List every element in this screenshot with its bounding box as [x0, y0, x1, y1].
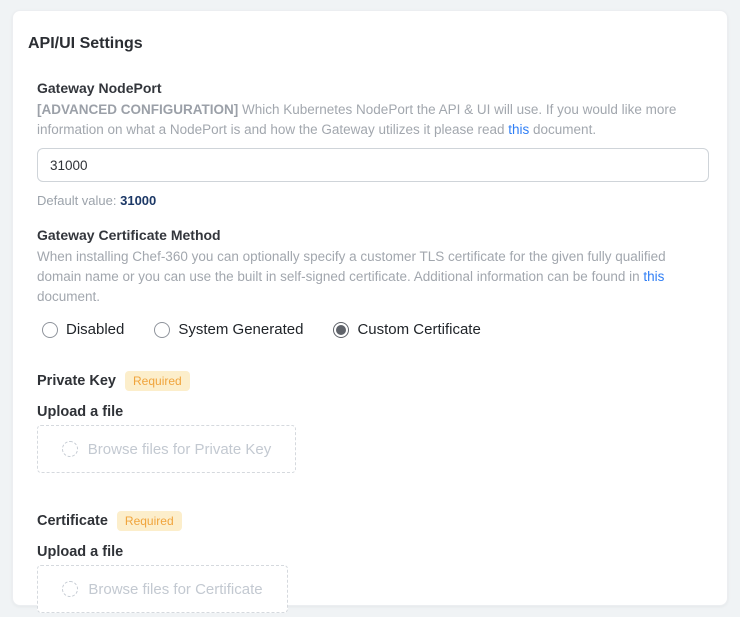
radio-option-disabled[interactable]: Disabled — [42, 321, 124, 338]
default-value-line: Default value: 31000 — [37, 192, 703, 210]
gateway-nodeport-label: Gateway NodePort — [37, 79, 703, 97]
certificate-method-radio-group: Disabled System Generated Custom Certifi… — [42, 321, 703, 338]
dashed-circle-icon — [62, 441, 78, 457]
browse-certificate-button[interactable]: Browse files for Certificate — [37, 565, 288, 613]
settings-form: Gateway NodePort [ADVANCED CONFIGURATION… — [28, 79, 712, 613]
certificate-method-description: When installing Chef-360 you can optiona… — [37, 247, 703, 307]
default-value-label: Default value: — [37, 193, 120, 208]
required-badge: Required — [117, 511, 182, 531]
nodeport-doc-link[interactable]: this — [508, 122, 529, 137]
default-value: 31000 — [120, 193, 156, 208]
radio-option-label: Custom Certificate — [357, 321, 480, 338]
certificate-upload-label: Upload a file — [37, 543, 703, 561]
advanced-configuration-tag: [ADVANCED CONFIGURATION] — [37, 102, 238, 117]
private-key-upload-label: Upload a file — [37, 403, 703, 421]
radio-option-label: System Generated — [178, 321, 303, 338]
radio-circle-icon[interactable] — [42, 322, 58, 338]
radio-option-custom-certificate[interactable]: Custom Certificate — [333, 321, 480, 338]
certificate-label: Certificate — [37, 512, 108, 531]
private-key-label: Private Key — [37, 372, 116, 391]
private-key-label-row: Private Key Required — [37, 371, 703, 391]
radio-circle-icon[interactable] — [333, 322, 349, 338]
description-text: document. — [37, 289, 100, 304]
description-text: document. — [529, 122, 596, 137]
gateway-nodeport-description: [ADVANCED CONFIGURATION] Which Kubernete… — [37, 100, 703, 140]
api-ui-settings-card: API/UI Settings Gateway NodePort [ADVANC… — [12, 10, 728, 606]
browse-certificate-label: Browse files for Certificate — [88, 581, 262, 598]
description-text: When installing Chef-360 you can optiona… — [37, 249, 666, 284]
dashed-circle-icon — [62, 581, 78, 597]
radio-circle-icon[interactable] — [154, 322, 170, 338]
certificate-method-label: Gateway Certificate Method — [37, 226, 703, 244]
page-title: API/UI Settings — [28, 34, 712, 53]
gateway-nodeport-input[interactable] — [37, 148, 709, 182]
browse-private-key-button[interactable]: Browse files for Private Key — [37, 425, 296, 473]
required-badge: Required — [125, 371, 190, 391]
certificate-doc-link[interactable]: this — [643, 269, 664, 284]
radio-option-system-generated[interactable]: System Generated — [154, 321, 303, 338]
certificate-label-row: Certificate Required — [37, 511, 703, 531]
browse-private-key-label: Browse files for Private Key — [88, 441, 271, 458]
radio-option-label: Disabled — [66, 321, 124, 338]
